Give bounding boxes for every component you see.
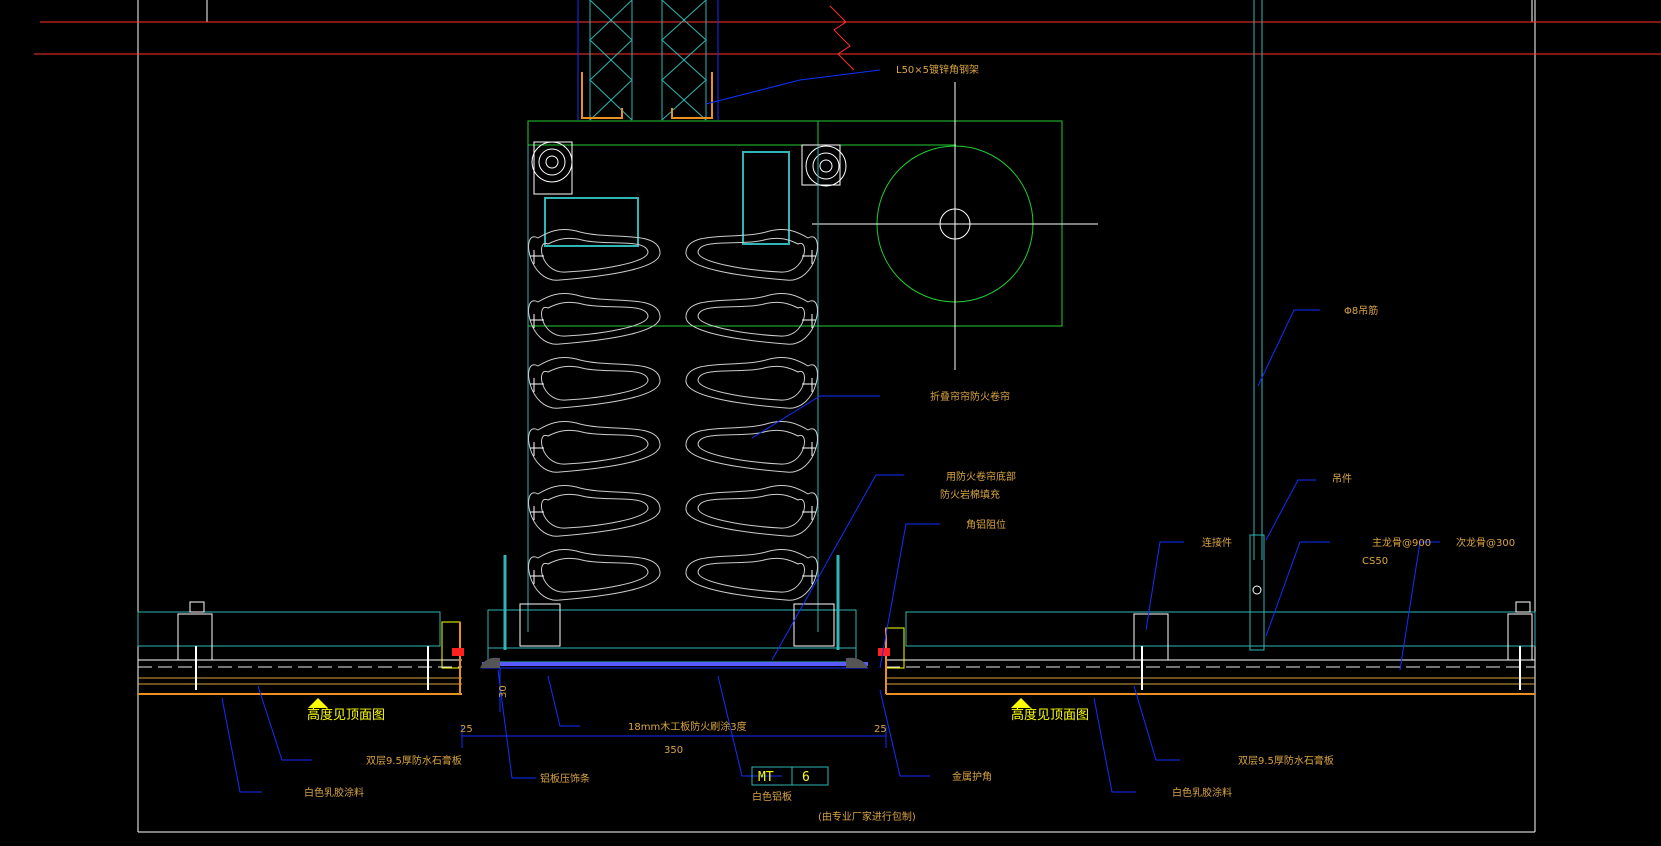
height-ref-left: 高度见顶面图 bbox=[307, 707, 385, 723]
height-ref-right: 高度见顶面图 bbox=[1011, 707, 1089, 723]
dimension-25-right: 25 bbox=[874, 724, 887, 735]
angle-trim-label: 角铝阻位 bbox=[966, 518, 1006, 531]
board-left-label: 双层9.5厚防水石膏板 bbox=[366, 754, 462, 767]
curtain-fold-right bbox=[685, 229, 818, 281]
hanger-label: 吊件 bbox=[1332, 473, 1352, 485]
curtain-fold-left-inner bbox=[541, 557, 649, 593]
curtain-fold-right-inner bbox=[697, 493, 805, 529]
sub-keel-label: 次龙骨@300 bbox=[1456, 536, 1515, 549]
curtain-fold-right bbox=[685, 421, 818, 473]
curtain-fold-left-inner bbox=[541, 429, 649, 465]
curtain-fold-left bbox=[528, 229, 661, 281]
curtain-fold-left bbox=[528, 549, 661, 601]
height-markers bbox=[308, 698, 1031, 708]
slab-lines bbox=[34, 5, 1661, 71]
curtain-fold-left-inner bbox=[541, 365, 649, 401]
connector-label: 连接件 bbox=[1202, 536, 1232, 549]
tag-note: (由专业厂家进行包制) bbox=[818, 810, 916, 823]
curtain-fold-right-inner bbox=[697, 301, 805, 337]
curtain-base bbox=[480, 555, 868, 669]
steel-truss bbox=[577, 0, 719, 121]
curtain-fold-left-inner bbox=[541, 493, 649, 529]
dimension-350: 350 bbox=[664, 745, 683, 756]
dimension-25-left: 25 bbox=[460, 724, 473, 735]
fire-curtain-label: 折叠帘帘防火卷帘 bbox=[930, 390, 1010, 403]
curtain-fold-right-inner bbox=[697, 557, 805, 593]
cad-section-drawing: L50×5镀锌角钢架 Φ8吊筋 折叠帘帘防火卷帘 用防火卷帘底部 防火岩棉填充 … bbox=[34, 0, 1661, 833]
board-right-label: 双层9.5厚防水石膏板 bbox=[1238, 754, 1334, 767]
tag-number: 6 bbox=[802, 770, 810, 785]
curtain-fold-right bbox=[685, 485, 818, 537]
curtain-fold-right bbox=[685, 293, 818, 345]
tag-code: MT bbox=[758, 770, 774, 785]
metal-trim-label: 金属护角 bbox=[952, 770, 992, 783]
curtain-fold-left-inner bbox=[541, 301, 649, 337]
angle-steel-label: L50×5镀锌角钢架 bbox=[896, 63, 979, 76]
paint-left-label: 白色乳胶涂料 bbox=[304, 786, 364, 799]
dimension-lines bbox=[461, 668, 887, 748]
curtain-fold-right bbox=[685, 549, 818, 601]
ceiling-right bbox=[878, 0, 1536, 695]
curtain-fold-right-inner bbox=[697, 429, 805, 465]
tag-description: 白色铝板 bbox=[752, 790, 792, 803]
curtain-fold-left bbox=[528, 421, 661, 473]
curtain-fold-left bbox=[528, 485, 661, 537]
fire-curtain-body bbox=[527, 145, 819, 632]
hanger-rod-label: Φ8吊筋 bbox=[1344, 304, 1378, 317]
fire-seal-label-2: 防火岩棉填充 bbox=[940, 488, 1000, 501]
curtain-fold-left bbox=[528, 357, 661, 409]
main-keel-label: 主龙骨@900 bbox=[1372, 536, 1431, 549]
main-keel-code: CS50 bbox=[1362, 556, 1388, 567]
ceiling-left bbox=[137, 601, 464, 695]
aluminum-strip-label: 铝板压饰条 bbox=[540, 772, 590, 785]
dimension-30: 30 bbox=[498, 685, 509, 698]
curtain-fold-right bbox=[685, 357, 818, 409]
paint-right-label: 白色乳胶涂料 bbox=[1172, 786, 1232, 799]
fire-seal-label-1: 用防火卷帘底部 bbox=[946, 470, 1016, 483]
curtain-fold-left bbox=[528, 293, 661, 345]
curtain-fold-right-inner bbox=[697, 365, 805, 401]
curtain-fold-left-inner bbox=[541, 237, 649, 273]
wood-board-label: 18mm木工板防火刷涂3度 bbox=[628, 720, 747, 733]
